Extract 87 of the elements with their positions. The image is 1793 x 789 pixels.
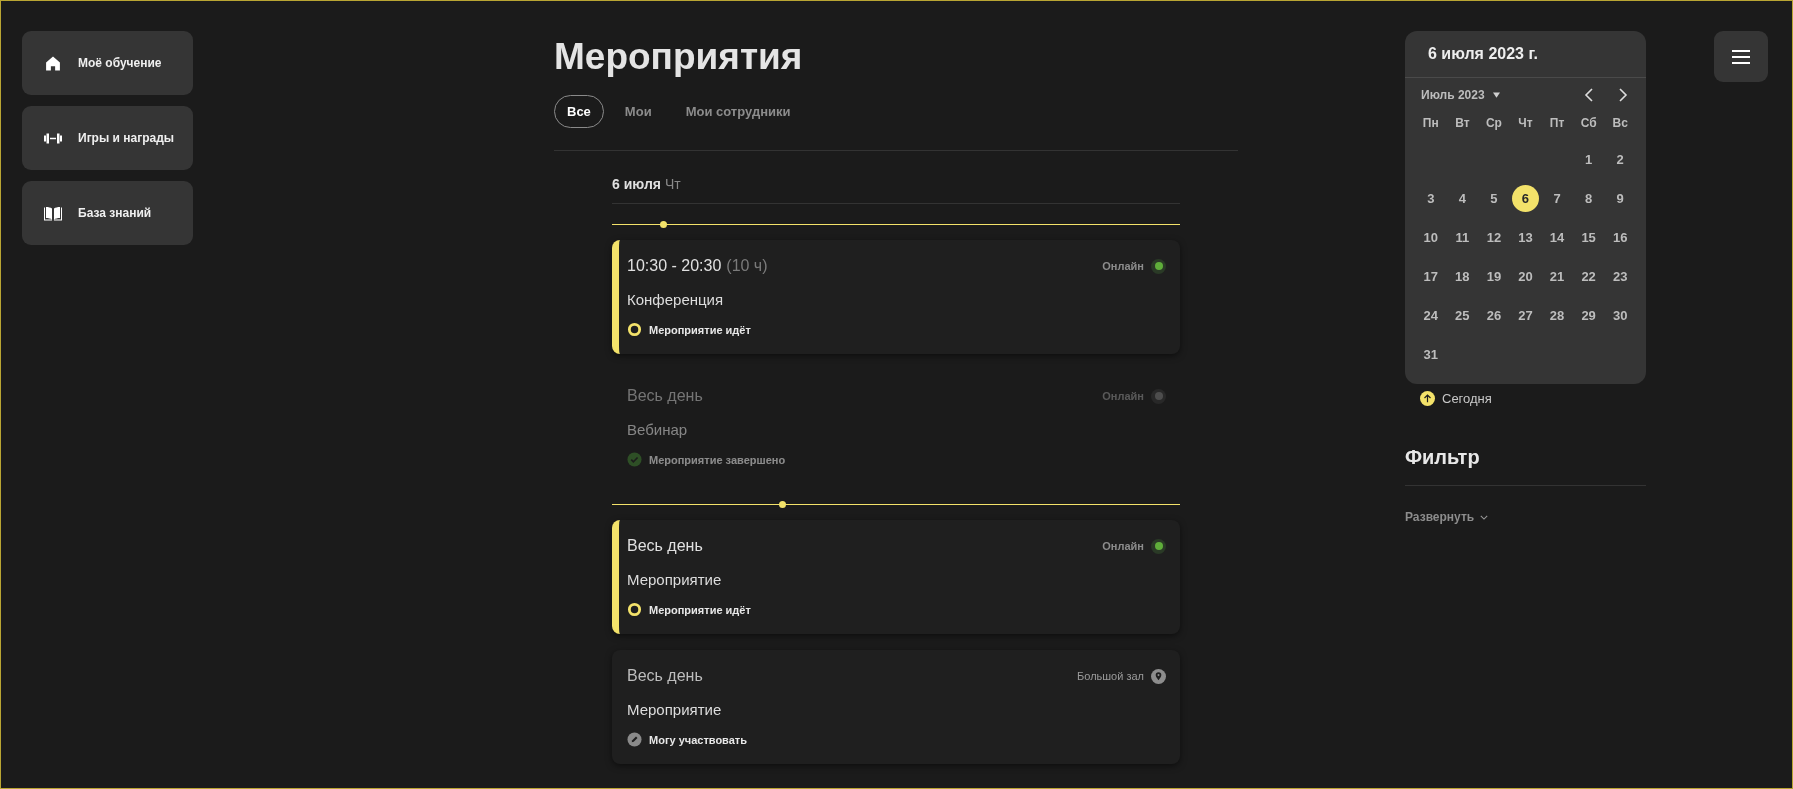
- event-location: Большой зал: [1077, 670, 1144, 682]
- event-status: Мероприятие идёт: [649, 603, 751, 616]
- expand-button[interactable]: Развернуть: [1405, 510, 1489, 524]
- day-weekday: Чт: [664, 176, 681, 192]
- calendar-day[interactable]: 5: [1480, 185, 1508, 212]
- chevron-right-icon[interactable]: [1618, 88, 1628, 102]
- calendar-day[interactable]: 10: [1417, 224, 1445, 251]
- calendar-day[interactable]: 19: [1480, 263, 1508, 290]
- today-label: Сегодня: [1442, 391, 1492, 406]
- event-title: Конференция: [627, 291, 725, 308]
- calendar-day[interactable]: 7: [1543, 185, 1571, 212]
- calendar-day[interactable]: 29: [1575, 302, 1603, 329]
- pencil-icon: [627, 732, 642, 747]
- event-status: Мероприятие завершено: [649, 453, 786, 466]
- check-icon: [627, 452, 642, 467]
- calendar-date: 6 июля 2023 г.: [1405, 31, 1646, 78]
- filter-tab[interactable]: Мои сотрудники: [672, 95, 804, 128]
- book-icon: [43, 204, 63, 222]
- event-title: Мероприятие: [627, 701, 723, 718]
- weekday-label: Пт: [1548, 115, 1566, 132]
- home-icon: [43, 54, 63, 72]
- calendar-day[interactable]: 26: [1480, 302, 1508, 329]
- calendar-day[interactable]: 6: [1512, 185, 1539, 212]
- chevron-left-icon[interactable]: [1584, 88, 1594, 102]
- event-time: 10:30 - 20:30: [627, 257, 722, 275]
- weekday-label: Ср: [1484, 115, 1503, 132]
- sidebar-item[interactable]: Игры и награды: [22, 106, 193, 170]
- dropdown-icon[interactable]: [1492, 92, 1500, 98]
- weekday-label: Пн: [1421, 115, 1440, 132]
- event-location: Онлайн: [1102, 260, 1144, 272]
- page-title: Мероприятия: [554, 35, 804, 79]
- calendar-day[interactable]: 3: [1417, 185, 1445, 212]
- calendar-day[interactable]: 16: [1606, 224, 1634, 251]
- chevron-down-icon: [1480, 514, 1489, 520]
- arrow-up-icon: [1420, 391, 1435, 406]
- filter-heading: Фильтр: [1405, 446, 1481, 469]
- event-location: Онлайн: [1102, 540, 1144, 552]
- calendar-day[interactable]: 23: [1606, 263, 1634, 290]
- ring-icon: [627, 322, 642, 337]
- calendar-day[interactable]: 8: [1575, 185, 1603, 212]
- location-pin-icon: [1151, 668, 1166, 684]
- sidebar-item[interactable]: База знаний: [22, 181, 193, 245]
- calendar-day[interactable]: 4: [1448, 185, 1476, 212]
- calendar-day[interactable]: 18: [1448, 263, 1476, 290]
- event-time: Весь день: [627, 667, 703, 685]
- event-location: Онлайн: [1102, 390, 1144, 402]
- calendar-day[interactable]: 13: [1512, 224, 1539, 251]
- weekday-label: Чт: [1517, 115, 1534, 132]
- menu-icon: [1731, 48, 1751, 65]
- calendar-day[interactable]: 31: [1417, 341, 1445, 368]
- event-card[interactable]: Весь день Онлайн Вебинар Мероприятие завершено: [612, 370, 1180, 484]
- filter-tab[interactable]: Мои: [611, 95, 665, 128]
- event-time: Весь день: [627, 537, 703, 555]
- day-date: 6 июля: [612, 176, 661, 192]
- weekday-label: Вс: [1611, 115, 1629, 132]
- event-status: Могу участвовать: [649, 733, 747, 746]
- month-select[interactable]: Июль 2023: [1421, 88, 1485, 102]
- calendar-day[interactable]: 9: [1606, 185, 1634, 212]
- calendar-day[interactable]: 21: [1543, 263, 1571, 290]
- calendar-day[interactable]: 28: [1543, 302, 1571, 329]
- calendar-day[interactable]: 24: [1417, 302, 1445, 329]
- calendar-day[interactable]: 11: [1448, 224, 1476, 251]
- event-card[interactable]: 10:30 - 20:30 (10 ч) Онлайн Конференция Мероприятие идёт: [612, 240, 1180, 354]
- event-duration: (10 ч): [726, 257, 768, 275]
- calendar-day[interactable]: 12: [1480, 224, 1508, 251]
- calendar-day[interactable]: 14: [1543, 224, 1571, 251]
- event-title: Вебинар: [627, 421, 689, 438]
- calendar-day[interactable]: 22: [1575, 263, 1603, 290]
- event-card[interactable]: Весь день Онлайн Мероприятие Мероприятие идёт: [612, 520, 1180, 634]
- event-time: Весь день: [627, 387, 703, 405]
- calendar-day[interactable]: 27: [1512, 302, 1539, 329]
- weekday-label: Вт: [1454, 115, 1471, 132]
- calendar-day[interactable]: 20: [1512, 263, 1539, 290]
- calendar-day[interactable]: 1: [1575, 146, 1603, 173]
- menu-button[interactable]: [1714, 31, 1768, 82]
- event-status: Мероприятие идёт: [649, 323, 751, 336]
- event-title: Мероприятие: [627, 571, 723, 588]
- today-link[interactable]: Сегодня: [1420, 391, 1646, 406]
- calendar-day[interactable]: 2: [1606, 146, 1634, 173]
- calendar-day[interactable]: 25: [1448, 302, 1476, 329]
- ring-icon: [627, 602, 642, 617]
- weekday-label: Сб: [1579, 115, 1598, 132]
- calendar-day[interactable]: 17: [1417, 263, 1445, 290]
- sidebar-item[interactable]: Моё обучение: [22, 31, 193, 95]
- calendar-day[interactable]: 30: [1606, 302, 1634, 329]
- event-card[interactable]: Весь день Большой зал Мероприятие Могу участвовать: [612, 650, 1180, 764]
- calendar-day[interactable]: 15: [1575, 224, 1603, 251]
